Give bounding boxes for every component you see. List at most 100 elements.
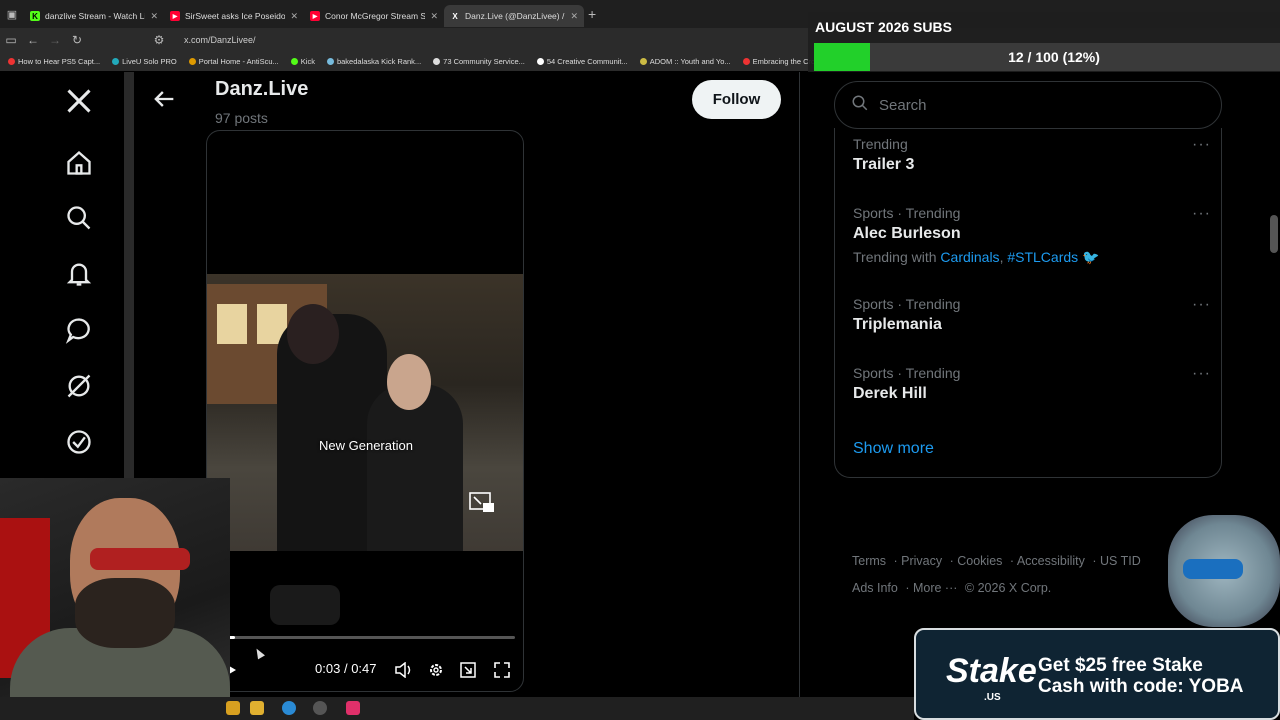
- x-logo-icon[interactable]: [64, 86, 94, 116]
- stake-ad-banner: Stake .US Get $25 free Stake Cash with c…: [914, 628, 1280, 720]
- close-tab-icon[interactable]: ✕: [430, 11, 438, 22]
- close-tab-icon[interactable]: ✕: [570, 11, 578, 22]
- new-tab-icon[interactable]: +: [588, 6, 596, 22]
- kick-favicon-icon: K: [30, 11, 40, 21]
- messages-icon[interactable]: [64, 315, 94, 345]
- back-arrow-icon[interactable]: [150, 85, 178, 113]
- browser-tab-2[interactable]: ▶ SirSweet asks Ice Poseidon whe ✕: [164, 5, 304, 27]
- address-field[interactable]: x.com/DanzLivee/: [184, 35, 256, 45]
- streamer-beard-graphic: [75, 578, 175, 648]
- tab-title: Danz.Live (@DanzLivee) / X: [465, 11, 566, 21]
- show-more-link[interactable]: Show more: [853, 440, 934, 458]
- video-time: 0:03 / 0:47: [315, 661, 377, 676]
- bookmark-item[interactable]: How to Hear PS5 Capt...: [8, 57, 100, 66]
- bookmark-favicon-icon: [8, 58, 15, 65]
- more-options-icon[interactable]: ···: [1192, 136, 1211, 154]
- more-options-icon[interactable]: ···: [1192, 205, 1211, 223]
- verified-icon[interactable]: [64, 427, 94, 457]
- footer-link-terms[interactable]: Terms: [852, 554, 886, 568]
- bookmark-item[interactable]: LiveU Solo PRO: [112, 57, 177, 66]
- footer-link-more[interactable]: More ···: [913, 581, 957, 595]
- taskbar-app-icon[interactable]: [226, 701, 240, 715]
- follow-button[interactable]: Follow: [692, 80, 781, 119]
- youtube-favicon-icon: ▶: [310, 11, 320, 21]
- person-graphic: [367, 384, 463, 551]
- browser-app-icon[interactable]: [282, 701, 296, 715]
- picture-in-picture-icon[interactable]: [469, 492, 495, 514]
- footer-links: Terms · Privacy · Cookies · Accessibilit…: [852, 554, 1141, 595]
- trend-item[interactable]: Trending Trailer 3 ···: [853, 136, 1210, 174]
- column-divider: [799, 72, 800, 697]
- bookmark-favicon-icon: [742, 58, 750, 65]
- taskbar-app-icon[interactable]: [346, 701, 360, 715]
- avatar-overlay: [1168, 515, 1280, 627]
- back-nav-icon[interactable]: ←: [22, 33, 44, 47]
- footer-copyright: © 2026 X Corp.: [964, 581, 1052, 595]
- footer-link-accessibility[interactable]: Accessibility: [1017, 554, 1085, 568]
- bookmark-item[interactable]: ADOM :: Youth and Yo...: [639, 57, 731, 66]
- trend-item[interactable]: Sports · Trending Triplemania ···: [853, 296, 1210, 334]
- stake-logo-sub: .US: [984, 692, 1001, 703]
- sunglasses-graphic: [90, 548, 190, 570]
- trend-item[interactable]: Sports · Trending Alec Burleson Trending…: [853, 205, 1210, 266]
- sidebar-toggle-icon[interactable]: ▭: [0, 33, 22, 47]
- bookmark-item[interactable]: 54 Creative Communit...: [536, 57, 628, 66]
- window-graphic: [217, 304, 247, 344]
- scrollbar-thumb[interactable]: [1270, 215, 1278, 253]
- search-input[interactable]: Search: [834, 81, 1222, 129]
- video-progress-bar[interactable]: [217, 636, 515, 639]
- bookmark-item[interactable]: bakedalaska Kick Rank...: [326, 57, 421, 66]
- footer-link-privacy[interactable]: Privacy: [901, 554, 942, 568]
- grok-icon[interactable]: [64, 371, 94, 401]
- more-options-icon[interactable]: ···: [1192, 296, 1211, 314]
- footer-link-us-tid[interactable]: US TID: [1100, 554, 1141, 568]
- bookmark-favicon-icon: [639, 58, 647, 65]
- close-tab-icon[interactable]: ✕: [150, 11, 158, 22]
- stake-promo-line1: Get $25 free Stake: [1038, 655, 1203, 676]
- browser-tab-1[interactable]: K danzlive Stream - Watch Live on ✕: [24, 5, 164, 27]
- minimize-player-icon[interactable]: [457, 659, 479, 681]
- trend-link-cardinals[interactable]: Cardinals: [940, 249, 999, 265]
- site-info-icon[interactable]: ⚙: [148, 33, 170, 47]
- bookmark-favicon-icon: [188, 58, 196, 65]
- close-tab-icon[interactable]: ✕: [290, 11, 298, 22]
- trend-name: Alec Burleson: [853, 225, 961, 242]
- trend-item[interactable]: Sports · Trending Derek Hill ···: [853, 365, 1210, 403]
- bookmark-favicon-icon: [290, 58, 298, 65]
- settings-gear-icon[interactable]: [425, 659, 447, 681]
- streamer-webcam: [0, 478, 230, 720]
- subs-goal-progress: 12 / 100 (12%): [1008, 49, 1100, 65]
- more-options-icon[interactable]: ···: [1192, 365, 1211, 383]
- bookmark-item[interactable]: Kick: [290, 57, 315, 66]
- browser-tab-3[interactable]: ▶ Conor McGregor Stream Snipe ✕: [304, 5, 444, 27]
- explore-icon[interactable]: [64, 203, 94, 233]
- trend-link-stlcards[interactable]: #STLCards: [1007, 249, 1078, 265]
- bookmark-item[interactable]: Portal Home - AntiScu...: [188, 57, 279, 66]
- video-player[interactable]: New Generation 0:03 / 0:47: [206, 130, 524, 692]
- trend-category: Trending: [853, 136, 908, 152]
- cardinal-emoji-icon: 🐦: [1082, 249, 1100, 265]
- reload-icon[interactable]: ↻: [66, 33, 88, 47]
- post-count: 97 posts: [215, 110, 268, 126]
- forward-nav-icon[interactable]: →: [44, 33, 66, 47]
- fullscreen-icon[interactable]: [491, 659, 513, 681]
- search-placeholder: Search: [879, 96, 927, 114]
- person-head-graphic: [387, 354, 431, 410]
- footer-link-cookies[interactable]: Cookies: [957, 554, 1002, 568]
- trend-category: Sports · Trending: [853, 205, 961, 221]
- notifications-icon[interactable]: [64, 259, 94, 289]
- volume-icon[interactable]: [393, 659, 415, 681]
- bookmark-favicon-icon: [433, 58, 441, 65]
- bookmark-favicon-icon: [326, 58, 334, 65]
- trend-category: Sports · Trending: [853, 365, 961, 381]
- trending-with: Trending with Cardinals, #STLCards 🐦: [853, 249, 1100, 265]
- goggles-graphic: [1183, 559, 1243, 579]
- tab-actions-icon[interactable]: ▣: [0, 0, 24, 28]
- bookmark-item[interactable]: 73 Community Service...: [433, 57, 525, 66]
- obs-app-icon[interactable]: [313, 701, 327, 715]
- footer-link-ads-info[interactable]: Ads Info: [852, 581, 898, 595]
- subs-goal-title: AUGUST 2026 SUBS: [815, 19, 952, 35]
- home-icon[interactable]: [64, 148, 94, 178]
- folder-icon[interactable]: [250, 701, 264, 715]
- browser-tab-4[interactable]: X Danz.Live (@DanzLivee) / X ✕: [444, 5, 584, 27]
